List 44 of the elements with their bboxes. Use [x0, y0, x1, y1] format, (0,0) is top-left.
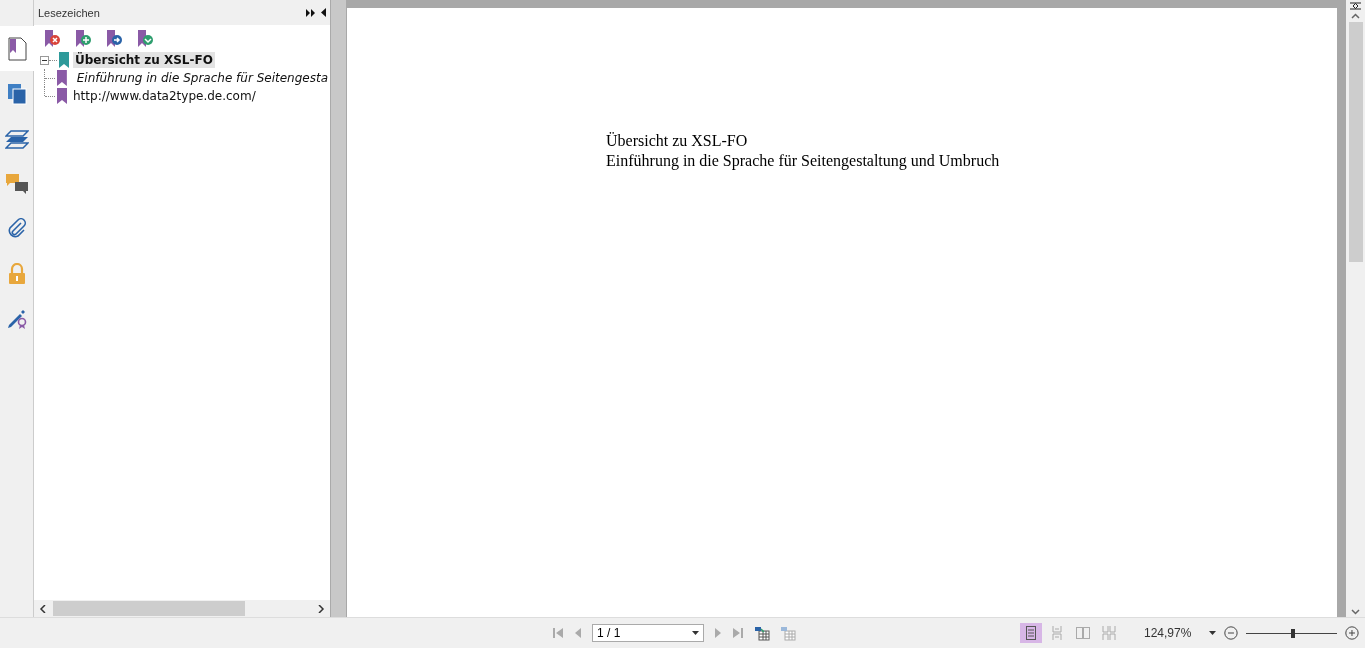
comments-icon [4, 172, 29, 195]
bookmark-item[interactable]: http://www.data2type.de.com/ [71, 88, 258, 104]
continuous-facing-view-icon [1102, 626, 1116, 640]
zoom-in-icon[interactable] [1345, 626, 1359, 640]
collapse-panel-icon[interactable] [321, 8, 326, 17]
expand-bookmark-icon[interactable] [137, 30, 155, 48]
zoom-dropdown-icon[interactable] [1209, 631, 1217, 635]
scroll-left-icon[interactable] [39, 604, 47, 613]
document-text-line: Einführung in die Sprache für Seitengestaltung und Umbruch [606, 151, 1001, 171]
pages-icon [6, 82, 27, 105]
collapse-toggle[interactable] [40, 55, 49, 65]
continuous-view-icon [1050, 626, 1064, 640]
move-bookmark-icon[interactable] [106, 30, 124, 48]
lock-icon [7, 262, 26, 285]
paperclip-icon [6, 217, 27, 240]
delete-bookmark-icon[interactable] [44, 30, 62, 48]
page-bookmark-icon [7, 36, 27, 61]
zoom-out-icon[interactable] [1224, 626, 1239, 640]
bookmark-item[interactable]: Übersicht zu XSL-FO [73, 52, 215, 68]
options-icon[interactable] [306, 8, 315, 17]
bookmark-icon [57, 88, 67, 104]
horizontal-scrollbar[interactable] [34, 600, 330, 617]
pen-ribbon-icon [5, 307, 28, 330]
dropdown-caret-icon[interactable] [692, 631, 699, 635]
bookmark-icon [59, 52, 69, 68]
page-number-field[interactable]: 1 / 1 [592, 624, 704, 642]
table-arrow-icon[interactable] [754, 625, 770, 641]
vertical-scrollbar[interactable] [1346, 0, 1365, 617]
scroll-down-icon[interactable] [1351, 609, 1360, 615]
zoom-level[interactable]: 124,97% [1144, 626, 1192, 640]
bookmark-item[interactable]: Einführung in die Sprache für Seitengesta [70, 70, 330, 86]
single-view-icon [1024, 626, 1038, 640]
bookmark-icon [56, 70, 67, 86]
add-bookmark-icon[interactable] [75, 30, 93, 48]
split-view-icon[interactable] [1350, 2, 1361, 10]
facing-view-icon [1076, 626, 1090, 640]
single-view-button[interactable] [1020, 623, 1042, 643]
panel-title: Lesezeichen [38, 6, 101, 19]
scroll-right-icon[interactable] [317, 604, 325, 613]
sidebar-tab[interactable] [0, 26, 34, 71]
slider-thumb[interactable] [1291, 628, 1296, 638]
layers-icon [4, 128, 29, 149]
scroll-up-icon[interactable] [1351, 13, 1360, 19]
document-text-line: Übersicht zu XSL-FO [606, 131, 749, 151]
